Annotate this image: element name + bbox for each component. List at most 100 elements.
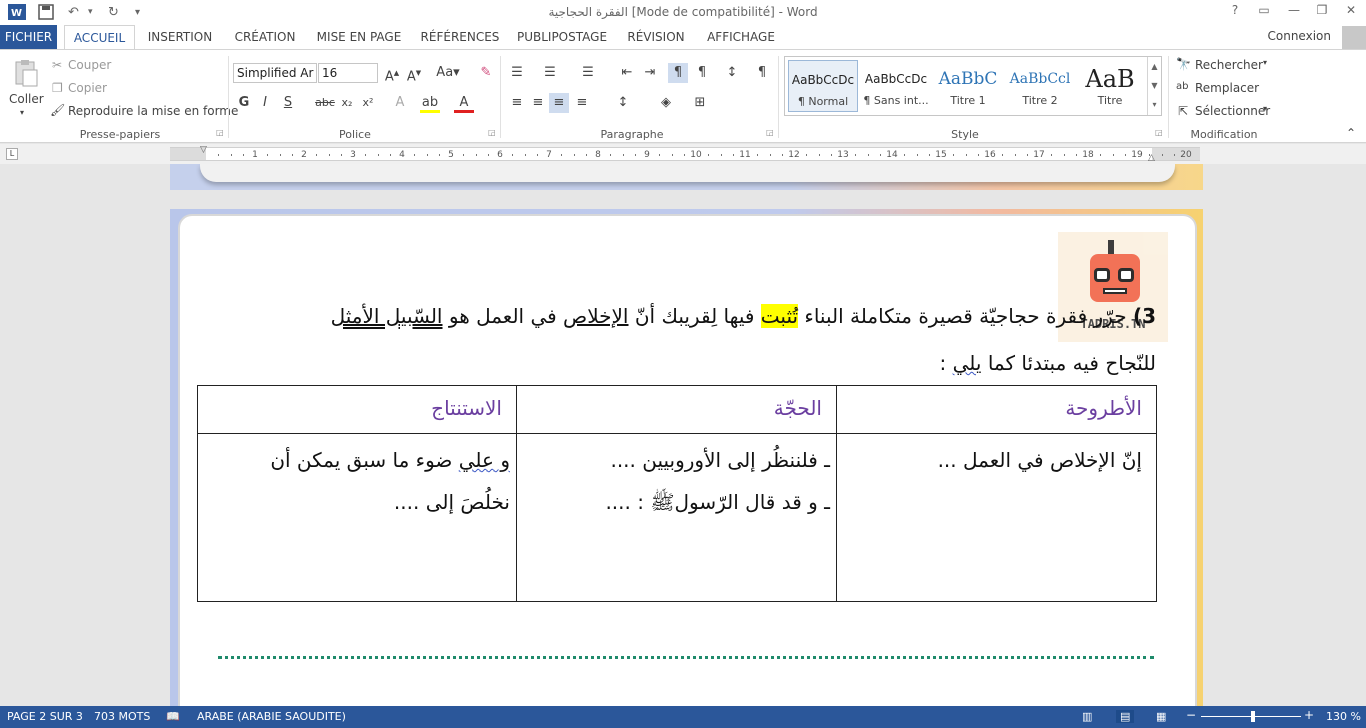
italic-icon[interactable]: I xyxy=(255,93,275,113)
tab-creation[interactable]: CRÉATION xyxy=(229,25,301,49)
clipboard-launcher-icon[interactable]: ◲ xyxy=(216,128,224,137)
subscript-icon[interactable]: x₂ xyxy=(337,93,357,113)
paste-button[interactable]: Coller xyxy=(9,92,44,106)
format-painter-icon[interactable]: 🖌 xyxy=(50,103,65,117)
style-heading-2[interactable]: AaBbCcl Titre 2 xyxy=(1005,60,1075,112)
ltr-direction-icon[interactable]: ¶ xyxy=(668,63,688,83)
clear-formatting-icon[interactable]: ✎ xyxy=(476,63,496,83)
font-family-input[interactable]: Simplified Ar xyxy=(233,63,317,83)
decrease-indent-icon[interactable]: ⇤ xyxy=(617,63,637,83)
word-count[interactable]: 703 MOTS xyxy=(94,710,150,723)
align-left-icon[interactable]: ≡ xyxy=(507,93,527,113)
paragraph-launcher-icon[interactable]: ◲ xyxy=(766,128,774,137)
zoom-in-icon[interactable]: + xyxy=(1304,708,1314,722)
proofing-icon[interactable]: 📖 xyxy=(166,710,180,723)
font-size-input[interactable]: 16 xyxy=(318,63,378,83)
tab-revision[interactable]: RÉVISION xyxy=(623,25,689,49)
styles-launcher-icon[interactable]: ◲ xyxy=(1155,128,1163,137)
bold-icon[interactable]: G xyxy=(234,93,254,113)
show-formatting-icon[interactable]: ¶ xyxy=(752,63,772,83)
avatar[interactable] xyxy=(1342,26,1366,49)
zoom-out-icon[interactable]: − xyxy=(1186,708,1196,722)
horizontal-ruler[interactable]: 1 2 3 4 5 6 7 8 9 10 11 12 13 14 15 16 17 18 19 20 ▽ △ xyxy=(170,145,1200,163)
shrink-font-icon[interactable]: A▼ xyxy=(404,63,424,84)
cut-icon[interactable]: ✂ xyxy=(52,58,62,72)
ribbon-display-options-icon[interactable]: ▭ xyxy=(1253,3,1275,21)
tab-fichier[interactable]: FICHIER xyxy=(0,25,57,49)
read-mode-icon[interactable]: ▥ xyxy=(1082,710,1092,723)
change-case-icon[interactable]: Aa▾ xyxy=(434,63,462,83)
align-right-icon[interactable]: ≡ xyxy=(549,93,569,113)
minimize-button[interactable]: — xyxy=(1283,3,1305,21)
text-effects-icon[interactable]: A xyxy=(390,93,410,113)
rtl-direction-icon[interactable]: ¶ xyxy=(692,63,712,83)
increase-indent-icon[interactable]: ⇥ xyxy=(640,63,660,83)
replace-icon[interactable]: ab xyxy=(1176,81,1188,92)
cell-argument-2[interactable]: ـ و قد قال الرّسولﷺ : .... xyxy=(605,490,830,519)
paste-dropdown-icon[interactable]: ▾ xyxy=(20,108,24,117)
right-indent-marker[interactable]: △ xyxy=(1148,153,1155,163)
replace-button[interactable]: Remplacer xyxy=(1195,81,1259,95)
paste-icon[interactable] xyxy=(12,58,40,88)
find-icon[interactable]: 🔭 xyxy=(1176,57,1191,71)
argument-table[interactable]: الأطروحة الحجّة الاستنتاج إنّ الإخلاص في… xyxy=(197,385,1157,602)
borders-icon[interactable]: ⊞ xyxy=(690,93,710,113)
tab-selector-icon[interactable]: L xyxy=(6,148,18,160)
style-title[interactable]: AaB Titre xyxy=(1075,60,1145,112)
select-icon[interactable]: ⇱ xyxy=(1178,104,1188,118)
document-area[interactable]: TADRIS.TN 3) حرّر فقرة حجاجيّة قصيرة متك… xyxy=(0,164,1366,706)
select-button[interactable]: Sélectionner xyxy=(1195,104,1270,118)
zoom-slider-knob[interactable] xyxy=(1251,711,1255,722)
line-spacing-icon[interactable]: ↕ xyxy=(613,93,633,113)
styles-scroll[interactable]: ▲ ▼ ▾ xyxy=(1147,57,1161,115)
sort-icon[interactable]: ↕ xyxy=(722,63,742,83)
cut-button[interactable]: Couper xyxy=(68,58,111,72)
find-button[interactable]: Rechercher xyxy=(1195,58,1263,72)
style-normal[interactable]: AaBbCcDc ¶ Normal xyxy=(788,60,858,112)
superscript-icon[interactable]: x² xyxy=(358,93,378,113)
tab-insertion[interactable]: INSERTION xyxy=(143,25,217,49)
tab-references[interactable]: RÉFÉRENCES xyxy=(417,25,503,49)
help-button[interactable]: ? xyxy=(1224,3,1246,21)
web-layout-icon[interactable]: ▦ xyxy=(1156,710,1166,723)
justify-icon[interactable]: ≡ xyxy=(572,93,592,113)
tab-affichage[interactable]: AFFICHAGE xyxy=(701,25,781,49)
style-heading-1[interactable]: AaBbC Titre 1 xyxy=(933,60,1003,112)
copy-button[interactable]: Copier xyxy=(68,81,107,95)
font-launcher-icon[interactable]: ◲ xyxy=(488,128,496,137)
style-name: ¶ Normal xyxy=(797,95,849,108)
first-indent-marker[interactable]: ▽ xyxy=(200,145,207,155)
question-line-1[interactable]: 3) حرّر فقرة حجاجيّة قصيرة متكاملة البنا… xyxy=(331,304,1156,328)
restore-button[interactable]: ❐ xyxy=(1311,3,1333,21)
language-indicator[interactable]: ARABE (ARABIE SAOUDITE) xyxy=(197,710,346,723)
strikethrough-icon[interactable]: abc xyxy=(313,93,337,113)
cell-argument-1[interactable]: ـ فلننظُر إلى الأوروبيين .... xyxy=(610,448,830,472)
cell-thesis[interactable]: إنّ الإخلاص في العمل ... xyxy=(938,448,1142,472)
format-painter-button[interactable]: Reproduire la mise en forme xyxy=(68,104,238,118)
cell-conclusion-2[interactable]: نخلُصَ إلى .... xyxy=(394,490,510,514)
underline-icon[interactable]: S xyxy=(278,93,298,113)
numbering-icon[interactable]: ☰ xyxy=(540,63,560,83)
close-button[interactable]: ✕ xyxy=(1340,3,1362,21)
collapse-ribbon-icon[interactable]: ⌃ xyxy=(1346,126,1356,140)
tab-mise-en-page[interactable]: MISE EN PAGE xyxy=(313,25,405,49)
question-line-2[interactable]: للنّجاح فيه مبتدئا كما يلي : xyxy=(940,351,1157,375)
zoom-level[interactable]: 130 % xyxy=(1326,710,1361,723)
copy-icon[interactable]: ❐ xyxy=(52,81,63,95)
style-no-spacing[interactable]: AaBbCcDc ¶ Sans int... xyxy=(861,60,931,112)
cell-conclusion-1[interactable]: و علي ضوء ما سبق يمكن أن xyxy=(270,448,510,472)
align-center-icon[interactable]: ≡ xyxy=(528,93,548,113)
bullets-icon[interactable]: ☰ xyxy=(507,63,527,83)
sign-in-link[interactable]: Connexion xyxy=(1268,29,1332,43)
tab-accueil[interactable]: ACCUEIL xyxy=(64,25,135,50)
shading-icon[interactable]: ◈ xyxy=(656,93,676,113)
multilevel-list-icon[interactable]: ☰ xyxy=(578,63,598,83)
select-dropdown-icon[interactable]: ▾ xyxy=(1263,104,1267,113)
font-color-icon[interactable]: A xyxy=(454,93,474,113)
highlight-color-icon[interactable]: ab xyxy=(420,93,440,113)
grow-font-icon[interactable]: A▲ xyxy=(382,63,402,84)
page-count[interactable]: PAGE 2 SUR 3 xyxy=(7,710,83,723)
find-dropdown-icon[interactable]: ▾ xyxy=(1263,58,1267,67)
tab-publipostage[interactable]: PUBLIPOSTAGE xyxy=(513,25,611,49)
print-layout-icon[interactable]: ▤ xyxy=(1116,710,1135,723)
